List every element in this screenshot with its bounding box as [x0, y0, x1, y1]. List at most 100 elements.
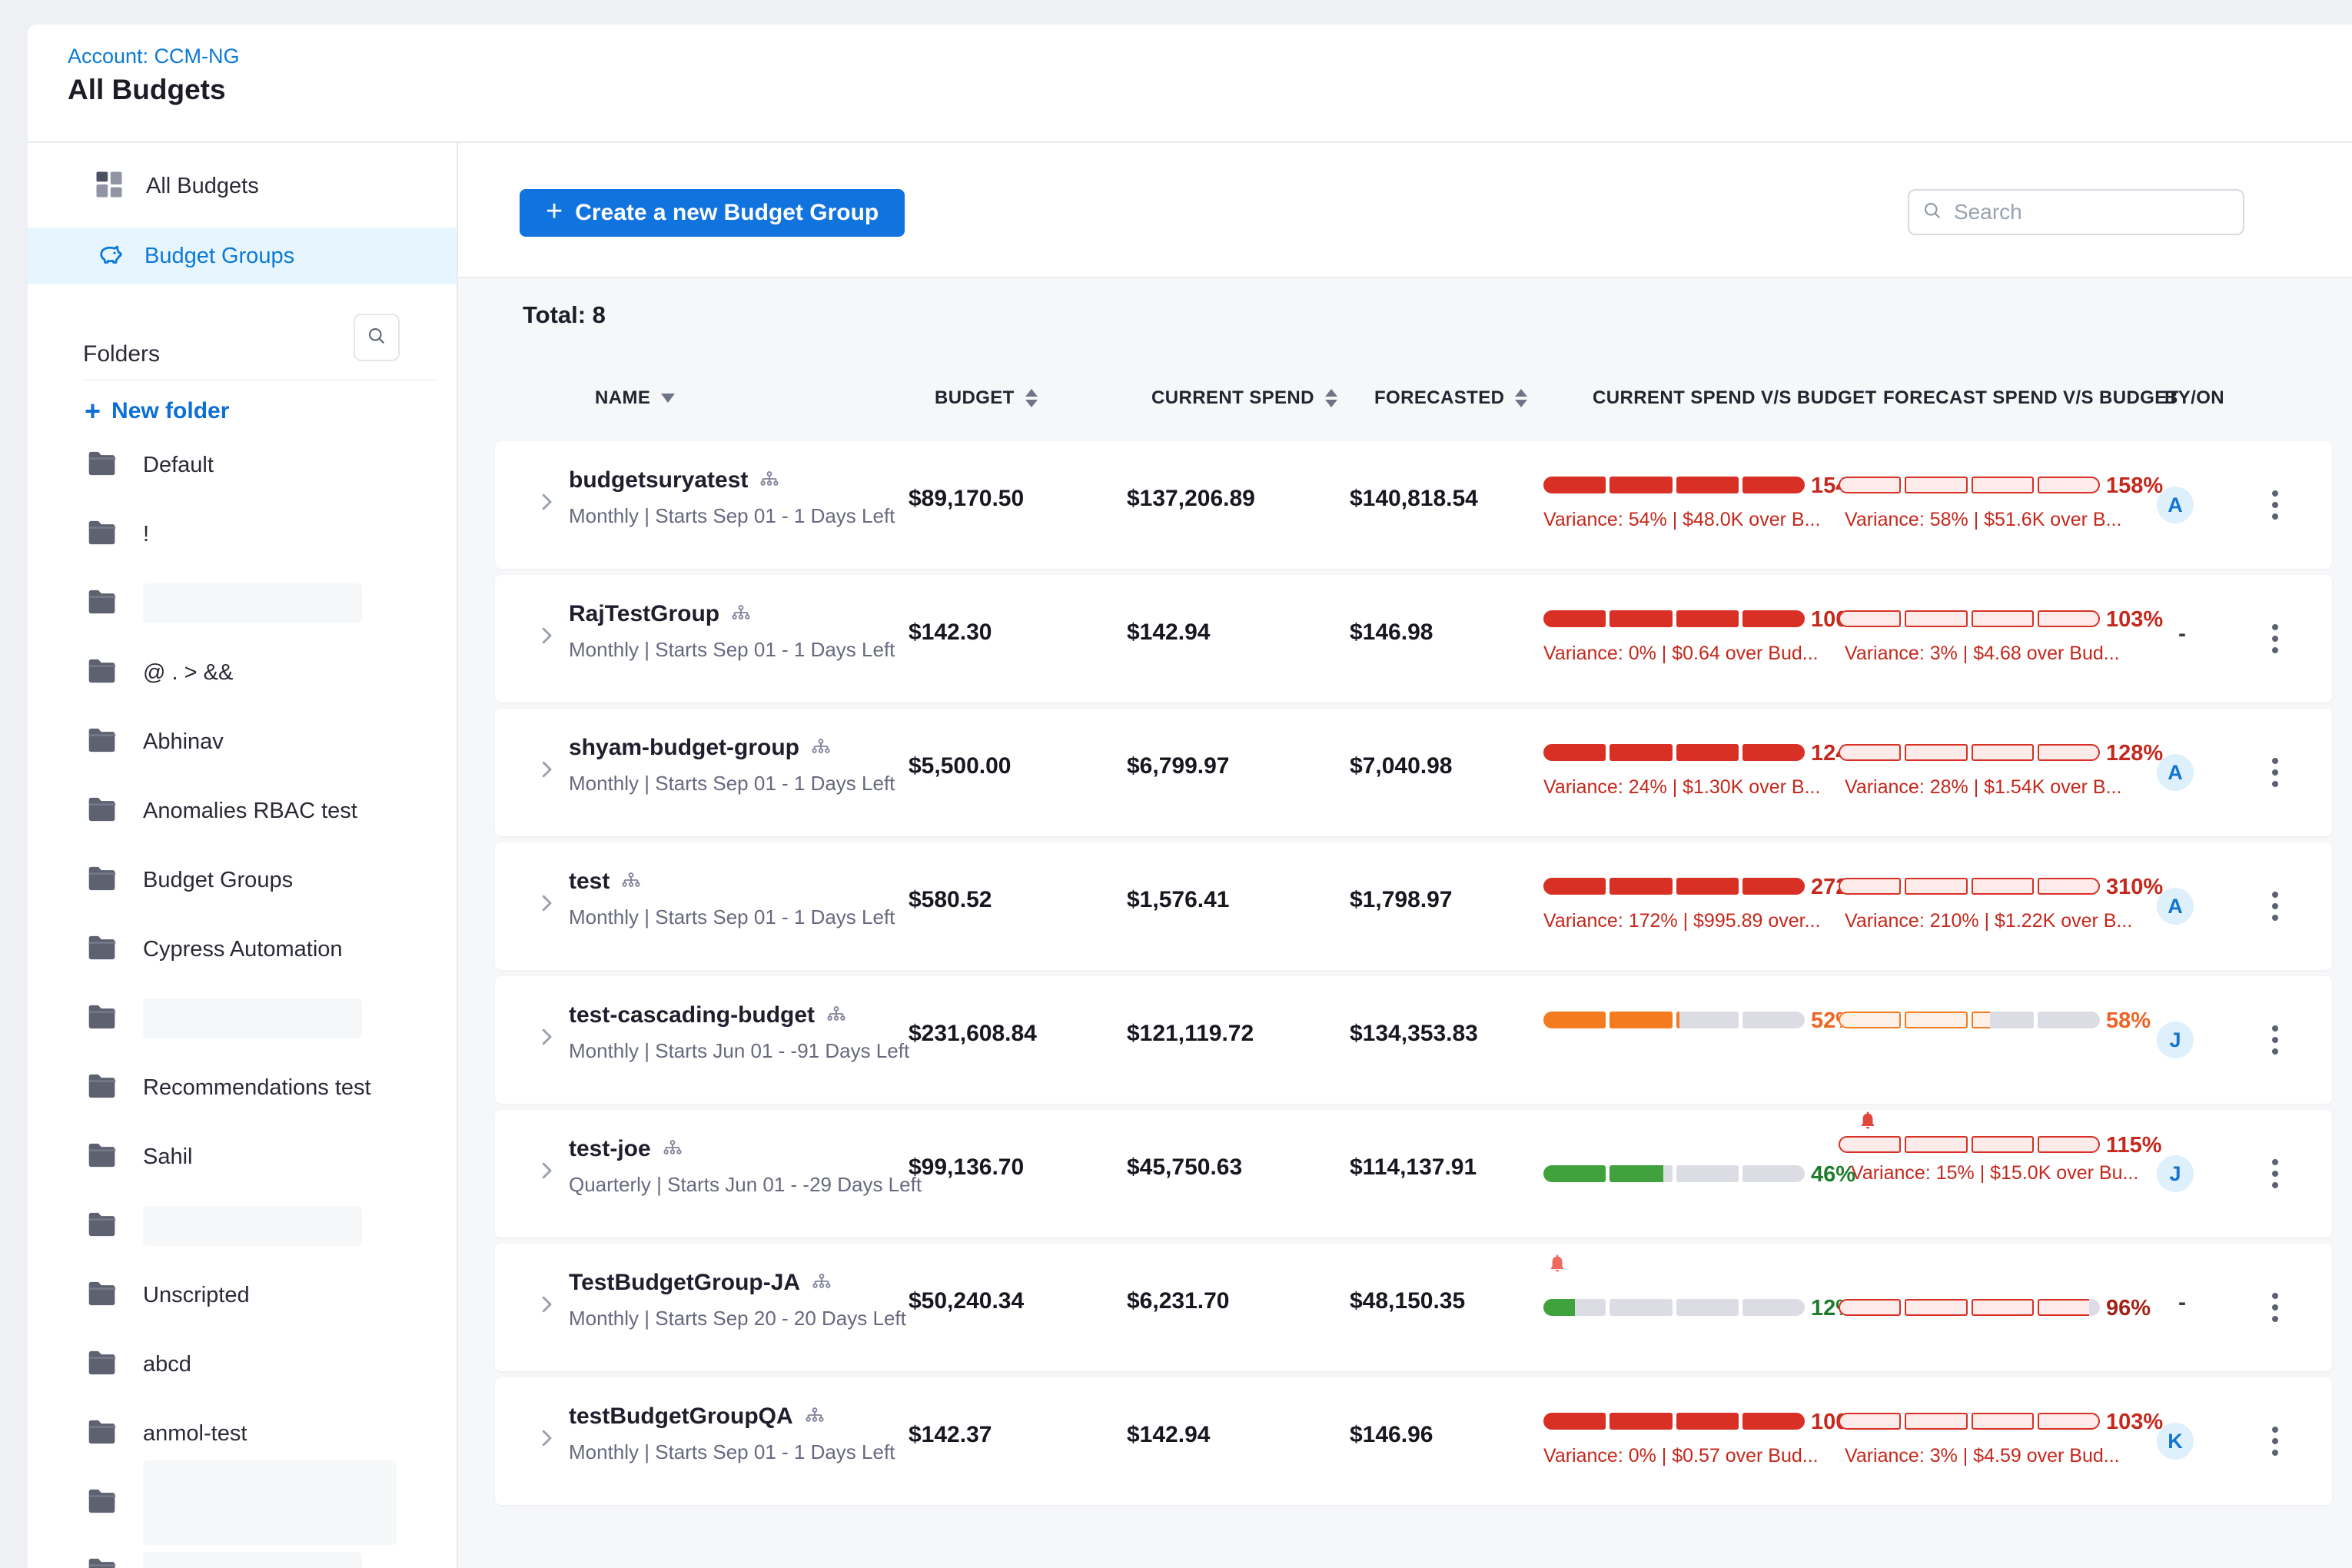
folder-item-abcd[interactable]: abcd [28, 1330, 457, 1399]
folder-item-budget-groups[interactable]: Budget Groups [28, 845, 457, 915]
current-spend-variance: Variance: 0% | $0.64 over Bud... [1543, 643, 1819, 665]
folder-item-skeleton[interactable] [28, 1537, 457, 1568]
forecast-spend-vs-budget-bar [1839, 878, 2100, 895]
folder-item-skeleton[interactable] [28, 984, 457, 1053]
row-expand-chevron[interactable] [535, 758, 558, 785]
forecast-spend-variance: Variance: 15% | $15.0K over Bu... [1851, 1162, 2138, 1184]
budget-group-period: Monthly | Starts Sep 01 - 1 Days Left [569, 1440, 895, 1464]
account-breadcrumb[interactable]: Account: CCM-NG [68, 45, 240, 68]
row-menu-button[interactable] [2258, 480, 2292, 530]
column-header-current-spend[interactable]: CURRENT SPEND [1151, 381, 1337, 415]
create-budget-group-label: Create a new Budget Group [575, 200, 879, 226]
plus-icon: + [546, 195, 563, 228]
row-menu-button[interactable] [2258, 748, 2292, 797]
avatar: K [2157, 1423, 2194, 1460]
create-budget-group-button[interactable]: + Create a new Budget Group [520, 189, 905, 237]
row-menu-button[interactable] [2258, 882, 2292, 931]
forecasted-value: $146.98 [1350, 620, 1433, 646]
page-header: Account: CCM-NG All Budgets [28, 25, 2352, 143]
column-header-name[interactable]: NAME [595, 381, 675, 415]
budget-value: $580.52 [909, 887, 992, 913]
table-row-shyam-budget-group: shyam-budget-groupMonthly | Starts Sep 0… [495, 709, 2332, 836]
current-spend-percent: 46% [1811, 1162, 1855, 1188]
row-expand-chevron[interactable] [535, 1293, 558, 1320]
forecasted-value: $48,150.35 [1350, 1288, 1465, 1314]
current-spend-vs-budget-bar [1543, 1299, 1805, 1316]
folder-item--[interactable]: @ . > && [28, 638, 457, 707]
row-expand-chevron[interactable] [535, 490, 558, 517]
row-menu-button[interactable] [2258, 1149, 2292, 1198]
sidebar-item-label: All Budgets [146, 174, 259, 199]
row-expand-chevron[interactable] [535, 892, 558, 919]
sort-icon [1025, 389, 1038, 407]
column-header-budget[interactable]: BUDGET [935, 381, 1038, 415]
folder-icon [85, 1278, 120, 1313]
column-header-forecasted[interactable]: FORECASTED [1374, 381, 1527, 415]
forecast-spend-variance: Variance: 210% | $1.22K over B... [1845, 910, 2132, 932]
search-input[interactable] [1952, 199, 2231, 225]
sidebar-item-all-budgets[interactable]: All Budgets [28, 161, 457, 211]
row-expand-chevron[interactable] [535, 624, 558, 651]
row-expand-chevron[interactable] [535, 1025, 558, 1052]
budget-group-period: Monthly | Starts Sep 01 - 1 Days Left [569, 772, 895, 796]
current-spend-value: $121,119.72 [1127, 1021, 1254, 1047]
folder-item-anmol-test[interactable]: anmol-test [28, 1399, 457, 1468]
folder-icon [85, 1140, 120, 1174]
search-icon [1922, 200, 1943, 225]
current-spend-value: $6,231.70 [1127, 1288, 1229, 1314]
new-folder-button[interactable]: + New folder [85, 398, 229, 424]
column-header-forecast-spend-v-s-budget: FORECAST SPEND V/S BUDGET [1883, 381, 2179, 415]
avatar: J [2157, 1022, 2194, 1058]
row-expand-chevron[interactable] [535, 1427, 558, 1453]
forecast-spend-vs-budget-bar [1839, 1136, 2100, 1153]
forecast-spend-percent: 115% [2106, 1133, 2162, 1158]
folder-icon [85, 586, 120, 621]
folder-item-sahil[interactable]: Sahil [28, 1122, 457, 1191]
row-menu-button[interactable] [2258, 1417, 2292, 1466]
folder-name: Recommendations test [143, 1075, 371, 1101]
folder-item-skeleton[interactable] [28, 569, 457, 638]
hierarchy-icon [759, 467, 780, 493]
current-spend-vs-budget-bar [1543, 610, 1805, 627]
new-folder-label: New folder [111, 398, 229, 424]
folder-icon [85, 725, 120, 759]
folder-name: Cypress Automation [143, 937, 343, 962]
table-row-RajTestGroup: RajTestGroupMonthly | Starts Sep 01 - 1 … [495, 575, 2332, 703]
folder-item-abhinav[interactable]: Abhinav [28, 707, 457, 776]
forecast-spend-vs-budget-bar [1839, 610, 2100, 627]
folder-item-skeleton[interactable] [28, 1468, 457, 1537]
forecasted-value: $7,040.98 [1350, 753, 1452, 779]
row-menu-button[interactable] [2258, 614, 2292, 663]
row-menu-button[interactable] [2258, 1015, 2292, 1065]
current-spend-value: $142.94 [1127, 1422, 1210, 1448]
forecasted-value: $134,353.83 [1350, 1021, 1478, 1047]
folder-item-unscripted[interactable]: Unscripted [28, 1261, 457, 1330]
budget-group-name: budgetsuryatest [569, 467, 780, 493]
folder-item--[interactable]: ! [28, 500, 457, 569]
column-header-by-on: BY/ON [2164, 381, 2224, 415]
current-spend-variance: Variance: 172% | $995.89 over... [1543, 910, 1820, 932]
folder-search-button[interactable] [354, 314, 400, 361]
folder-icon [85, 448, 120, 483]
budget-group-name: testBudgetGroupQA [569, 1404, 826, 1430]
folder-icon [85, 1347, 120, 1382]
budget-value: $89,170.50 [909, 486, 1024, 512]
folder-item-skeleton[interactable] [28, 1191, 457, 1261]
current-spend-value: $6,799.97 [1127, 753, 1229, 779]
folder-item-recommendations-test[interactable]: Recommendations test [28, 1053, 457, 1122]
folder-name-skeleton [143, 1460, 397, 1545]
sidebar-item-budget-groups[interactable]: Budget Groups [28, 228, 457, 284]
forecast-spend-variance: Variance: 28% | $1.54K over B... [1845, 776, 2121, 799]
table-row-test-joe: test-joeQuarterly | Starts Jun 01 - -29 … [495, 1110, 2332, 1237]
row-expand-chevron[interactable] [535, 1159, 558, 1186]
row-menu-button[interactable] [2258, 1283, 2292, 1332]
folder-item-cypress-automation[interactable]: Cypress Automation [28, 915, 457, 984]
folder-icon [85, 517, 120, 552]
budget-group-name: TestBudgetGroup-JA [569, 1270, 832, 1296]
toolbar: + Create a new Budget Group [458, 143, 2352, 278]
current-spend-variance: Variance: 0% | $0.57 over Bud... [1543, 1445, 1819, 1467]
folder-item-anomalies-rbac-test[interactable]: Anomalies RBAC test [28, 776, 457, 845]
hierarchy-icon [810, 735, 832, 761]
folder-item-default[interactable]: Default [28, 430, 457, 500]
current-spend-vs-budget-bar [1543, 1012, 1805, 1028]
